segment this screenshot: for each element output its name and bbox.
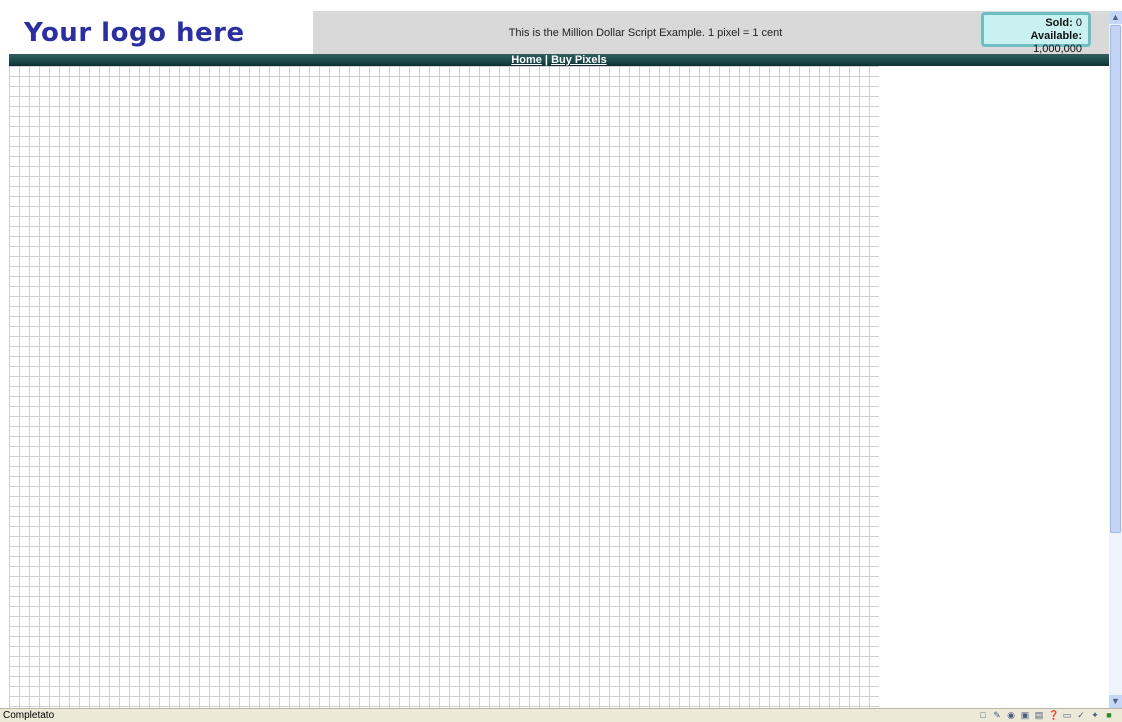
window-left-border — [0, 0, 9, 708]
nav-home-link[interactable]: Home — [511, 54, 542, 66]
scrollbar-thumb[interactable] — [1110, 25, 1121, 533]
nav-separator: | — [544, 54, 548, 66]
nav-buy-pixels-link[interactable]: Buy Pixels — [551, 54, 607, 66]
available-stat: Available: 1,000,000 — [984, 30, 1082, 56]
print-icon[interactable]: ▤ — [1034, 710, 1044, 720]
scroll-up-arrow-icon[interactable]: ▲ — [1109, 11, 1122, 24]
page-icon[interactable]: □ — [978, 710, 988, 720]
nav-bar: Home | Buy Pixels — [9, 54, 1109, 66]
description-cell: This is the Million Dollar Script Exampl… — [313, 11, 978, 54]
status-icons: □ ✎ ◉ ▣ ▤ ❓ ▭ ✓ ✦ ■ — [978, 710, 1114, 720]
logo[interactable]: Your logo here — [24, 18, 245, 48]
tools-icon[interactable]: ✦ — [1090, 710, 1100, 720]
pencil-icon[interactable]: ✎ — [992, 710, 1002, 720]
edit-icon[interactable]: ✓ — [1076, 710, 1086, 720]
window-top-border — [0, 0, 1109, 11]
sold-stat: Sold: 0 — [984, 17, 1082, 30]
globe-icon[interactable]: ◉ — [1006, 710, 1016, 720]
shield-icon[interactable]: ■ — [1104, 710, 1114, 720]
logo-cell: Your logo here — [9, 11, 313, 54]
status-text: Completato — [3, 710, 55, 721]
scroll-down-arrow-icon[interactable]: ▼ — [1109, 695, 1122, 708]
site-description: This is the Million Dollar Script Exampl… — [508, 26, 783, 39]
pixel-grid[interactable] — [9, 66, 879, 708]
pixel-stats-box: Sold: 0 Available: 1,000,000 — [981, 12, 1091, 55]
folder-icon[interactable]: ▭ — [1062, 710, 1072, 720]
available-label: Available: — [1030, 30, 1082, 42]
status-bar: Completato □ ✎ ◉ ▣ ▤ ❓ ▭ ✓ ✦ ■ — [0, 708, 1122, 722]
save-icon[interactable]: ▣ — [1020, 710, 1030, 720]
page-content: Your logo here This is the Million Dolla… — [9, 11, 1109, 708]
stats-cell: Sold: 0 Available: 1,000,000 — [978, 11, 1109, 55]
sold-value: 0 — [1075, 17, 1082, 29]
help-icon[interactable]: ❓ — [1048, 710, 1059, 720]
sold-label: Sold: — [1045, 17, 1073, 29]
page-header: Your logo here This is the Million Dolla… — [9, 11, 1109, 55]
vertical-scrollbar[interactable]: ▲ ▼ — [1109, 11, 1122, 708]
